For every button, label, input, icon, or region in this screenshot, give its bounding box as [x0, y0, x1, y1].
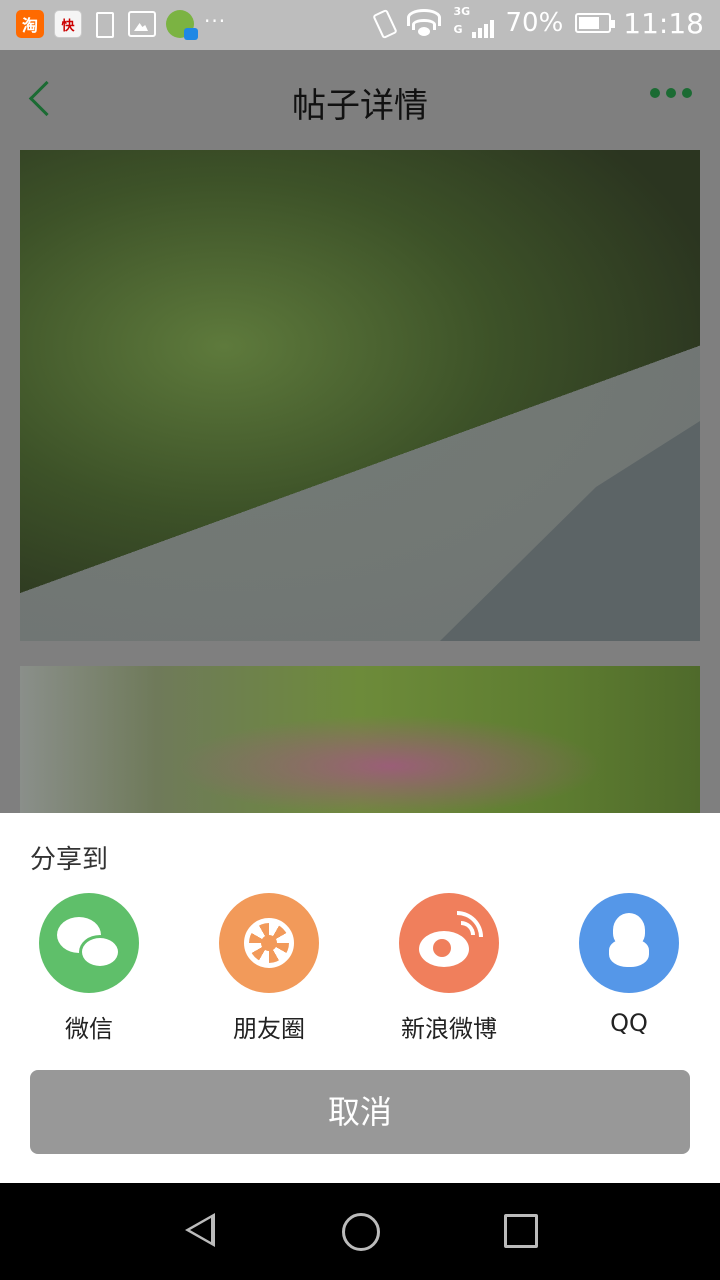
app-header: 帖子详情 — [0, 50, 720, 150]
notification-overflow: ··· — [204, 9, 227, 33]
battery-warning-icon — [92, 10, 118, 38]
share-qq-label: QQ — [610, 1009, 648, 1037]
network-type-3g: 3G — [453, 5, 471, 18]
wechat-icon — [39, 893, 139, 993]
qq-icon — [579, 893, 679, 993]
nav-home-icon[interactable] — [342, 1213, 380, 1251]
share-moments-button[interactable]: 朋友圈 — [199, 893, 339, 1044]
blossom-trees-photo[interactable] — [20, 666, 700, 813]
status-bar: 淘 快 ··· 3G G 70% 11:18 — [0, 0, 720, 50]
share-wechat-button[interactable]: 微信 — [19, 893, 159, 1044]
weibo-icon — [399, 893, 499, 993]
share-weibo-button[interactable]: 新浪微博 — [379, 893, 519, 1044]
share-moments-label: 朋友圈 — [233, 1015, 305, 1043]
taobao-icon: 淘 — [16, 10, 44, 38]
share-sheet: 分享到 微信 朋友圈 新浪微博 QQ 取消 — [0, 813, 720, 1183]
signal-icon: 3G G — [454, 6, 494, 40]
nav-recent-icon[interactable] — [504, 1214, 538, 1248]
clock: 11:18 — [623, 6, 704, 40]
moments-icon — [219, 893, 319, 993]
battery-icon — [575, 13, 616, 33]
tabloid-icon: 快 — [54, 10, 82, 38]
vibrate-icon — [372, 8, 394, 38]
page-title: 帖子详情 — [292, 86, 428, 126]
nav-back-icon[interactable] — [185, 1213, 215, 1247]
network-type-g: G — [453, 23, 463, 36]
notification-icons: 淘 快 ··· — [16, 9, 227, 40]
post-content — [0, 150, 720, 813]
gallery-icon — [128, 11, 156, 37]
game-icon — [166, 10, 198, 40]
system-nav-bar — [0, 1183, 720, 1280]
share-wechat-label: 微信 — [65, 1015, 113, 1043]
battery-percent: 70% — [505, 8, 564, 38]
cancel-button[interactable]: 取消 — [30, 1070, 690, 1154]
share-sheet-title: 分享到 — [30, 845, 109, 875]
system-status: 3G G 70% 11:18 — [372, 6, 704, 40]
share-qq-button[interactable]: QQ — [559, 893, 699, 1037]
share-weibo-label: 新浪微博 — [401, 1015, 497, 1043]
wifi-icon — [406, 8, 442, 38]
more-options-icon[interactable] — [650, 88, 692, 98]
share-options: 微信 朋友圈 新浪微博 QQ — [0, 893, 720, 1043]
trees-path-photo[interactable] — [20, 150, 700, 641]
